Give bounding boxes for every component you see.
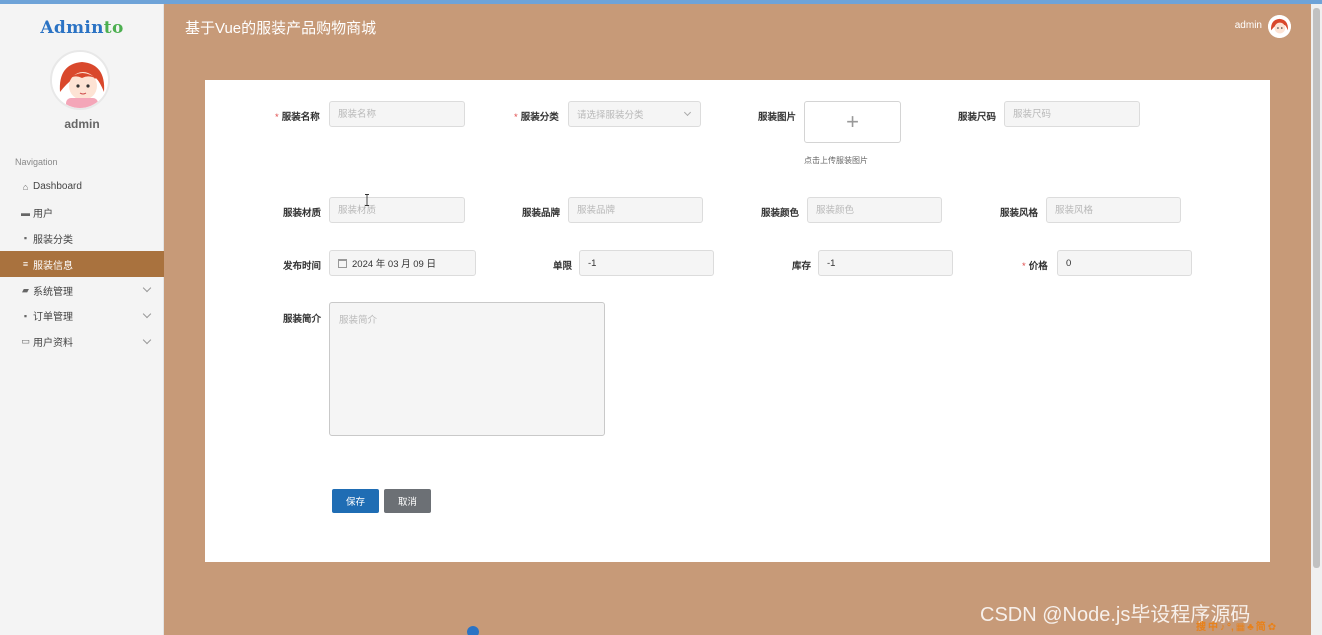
user-avatar[interactable] [50,50,110,110]
ime-button[interactable]: 搜 [1196,621,1206,635]
sidebar-item[interactable]: ▰ 系统管理 [0,277,164,303]
ime-toolbar[interactable]: 搜中 ♪ °, ▦ ♣ 简 ✿ [1196,621,1276,635]
list-icon: ≡ [22,259,29,270]
chevron-down-icon [683,108,692,117]
style-input[interactable] [1046,197,1181,223]
chevron-down-icon [142,283,152,293]
chevron-down-icon [142,309,152,319]
nav-section-title: Navigation [15,157,58,167]
price-label: * 价格 [1022,261,1048,272]
page-title: 基于Vue的服装产品购物商城 [185,20,377,37]
category-label: * 服装分类 [514,112,559,123]
name-input[interactable] [329,101,465,127]
text-cursor-icon [365,194,369,206]
ime-button[interactable]: 中 [1208,621,1218,635]
material-input[interactable] [329,197,465,223]
sidebar-item-label: 服装信息 [33,260,73,272]
logo-text-tail: to [103,18,124,38]
sidebar-username: admin [64,117,100,131]
sidebar-item[interactable]: ▪ 服装分类 [0,226,164,252]
limit-label: 单限 [553,261,573,272]
save-button[interactable]: 保存 [332,489,379,513]
brand-input[interactable] [568,197,703,223]
color-input[interactable] [807,197,942,223]
size-label: 服装尺码 [958,112,997,123]
video-icon: ▰ [22,284,29,295]
publish-time-picker[interactable]: 2024 年 03 月 09 日 [329,250,476,276]
logo-text: Admin [40,18,104,38]
limit-input[interactable] [579,250,714,276]
material-label: 服装材质 [283,208,322,219]
stock-label: 库存 [792,261,812,272]
sidebar-item[interactable]: ▬ 用户 [0,200,164,226]
chevron-down-icon [142,335,152,345]
size-input[interactable] [1004,101,1140,127]
intro-textarea[interactable] [329,302,605,436]
ime-button[interactable]: ♪ [1220,621,1225,635]
grid-icon: ▪ [23,233,28,244]
sidebar-item[interactable]: ⌂ Dashboard [0,174,164,200]
taskbar-indicator[interactable] [467,626,479,635]
calendar-icon [338,258,347,268]
image-upload[interactable]: + [804,101,901,143]
ime-button[interactable]: ✿ [1268,621,1276,635]
sidebar-item-label: 用户 [33,209,53,221]
sidebar-menu: ⌂ Dashboard ▬ 用户 ▪ 服装分类 ≡ 服装信息 ▰ 系统管理 ▪ 订单管理 ▭ 用户资料 [0,174,164,355]
stock-input[interactable] [818,250,953,276]
name-label: * 服装名称 [275,112,320,123]
ime-button[interactable]: ♣ [1247,621,1254,635]
home-icon: ⌂ [22,181,29,192]
sidebar-item[interactable]: ≡ 服装信息 [0,251,164,278]
color-label: 服装颜色 [761,208,800,219]
plus-icon: + [846,109,859,134]
scrollbar-thumb[interactable] [1313,8,1320,568]
ime-button[interactable]: 简 [1256,621,1266,635]
cancel-button[interactable]: 取消 [384,489,431,513]
sidebar-item[interactable]: ▪ 订单管理 [0,303,164,329]
card-icon: ▭ [21,336,30,347]
price-input[interactable] [1057,250,1192,276]
header-avatar-illustration [1268,15,1291,38]
app-logo[interactable]: Adminto [0,18,164,38]
grid-icon: ▪ [23,310,28,321]
header-username[interactable]: admin [1235,20,1262,31]
window-top-border [0,0,1322,4]
style-label: 服装风格 [1000,208,1039,219]
publish-time-label: 发布时间 [283,261,322,272]
image-upload-hint: 点击上传服装图片 [804,156,868,165]
category-placeholder: 请选择服装分类 [577,110,644,121]
ime-button[interactable]: ▦ [1236,621,1245,635]
sidebar-item-label: 系统管理 [33,286,73,298]
sidebar-item-label: 服装分类 [33,234,73,246]
image-label: 服装图片 [758,112,797,123]
sidebar-item-label: Dashboard [33,181,82,193]
user-icon: ▬ [21,207,30,218]
intro-label: 服装简介 [283,314,322,325]
category-select[interactable]: 请选择服装分类 [568,101,701,127]
sidebar-item[interactable]: ▭ 用户资料 [0,329,164,355]
sidebar: Adminto admin Navigation ⌂ Dashboard ▬ 用户 ▪ 服… [0,4,164,635]
brand-label: 服装品牌 [522,208,561,219]
ime-button[interactable]: °, [1227,621,1234,635]
publish-time-value: 2024 年 03 月 09 日 [352,259,436,270]
sidebar-item-label: 用户资料 [33,338,73,350]
header-avatar[interactable] [1268,15,1291,38]
sidebar-item-label: 订单管理 [33,312,73,324]
avatar-illustration [52,52,108,108]
